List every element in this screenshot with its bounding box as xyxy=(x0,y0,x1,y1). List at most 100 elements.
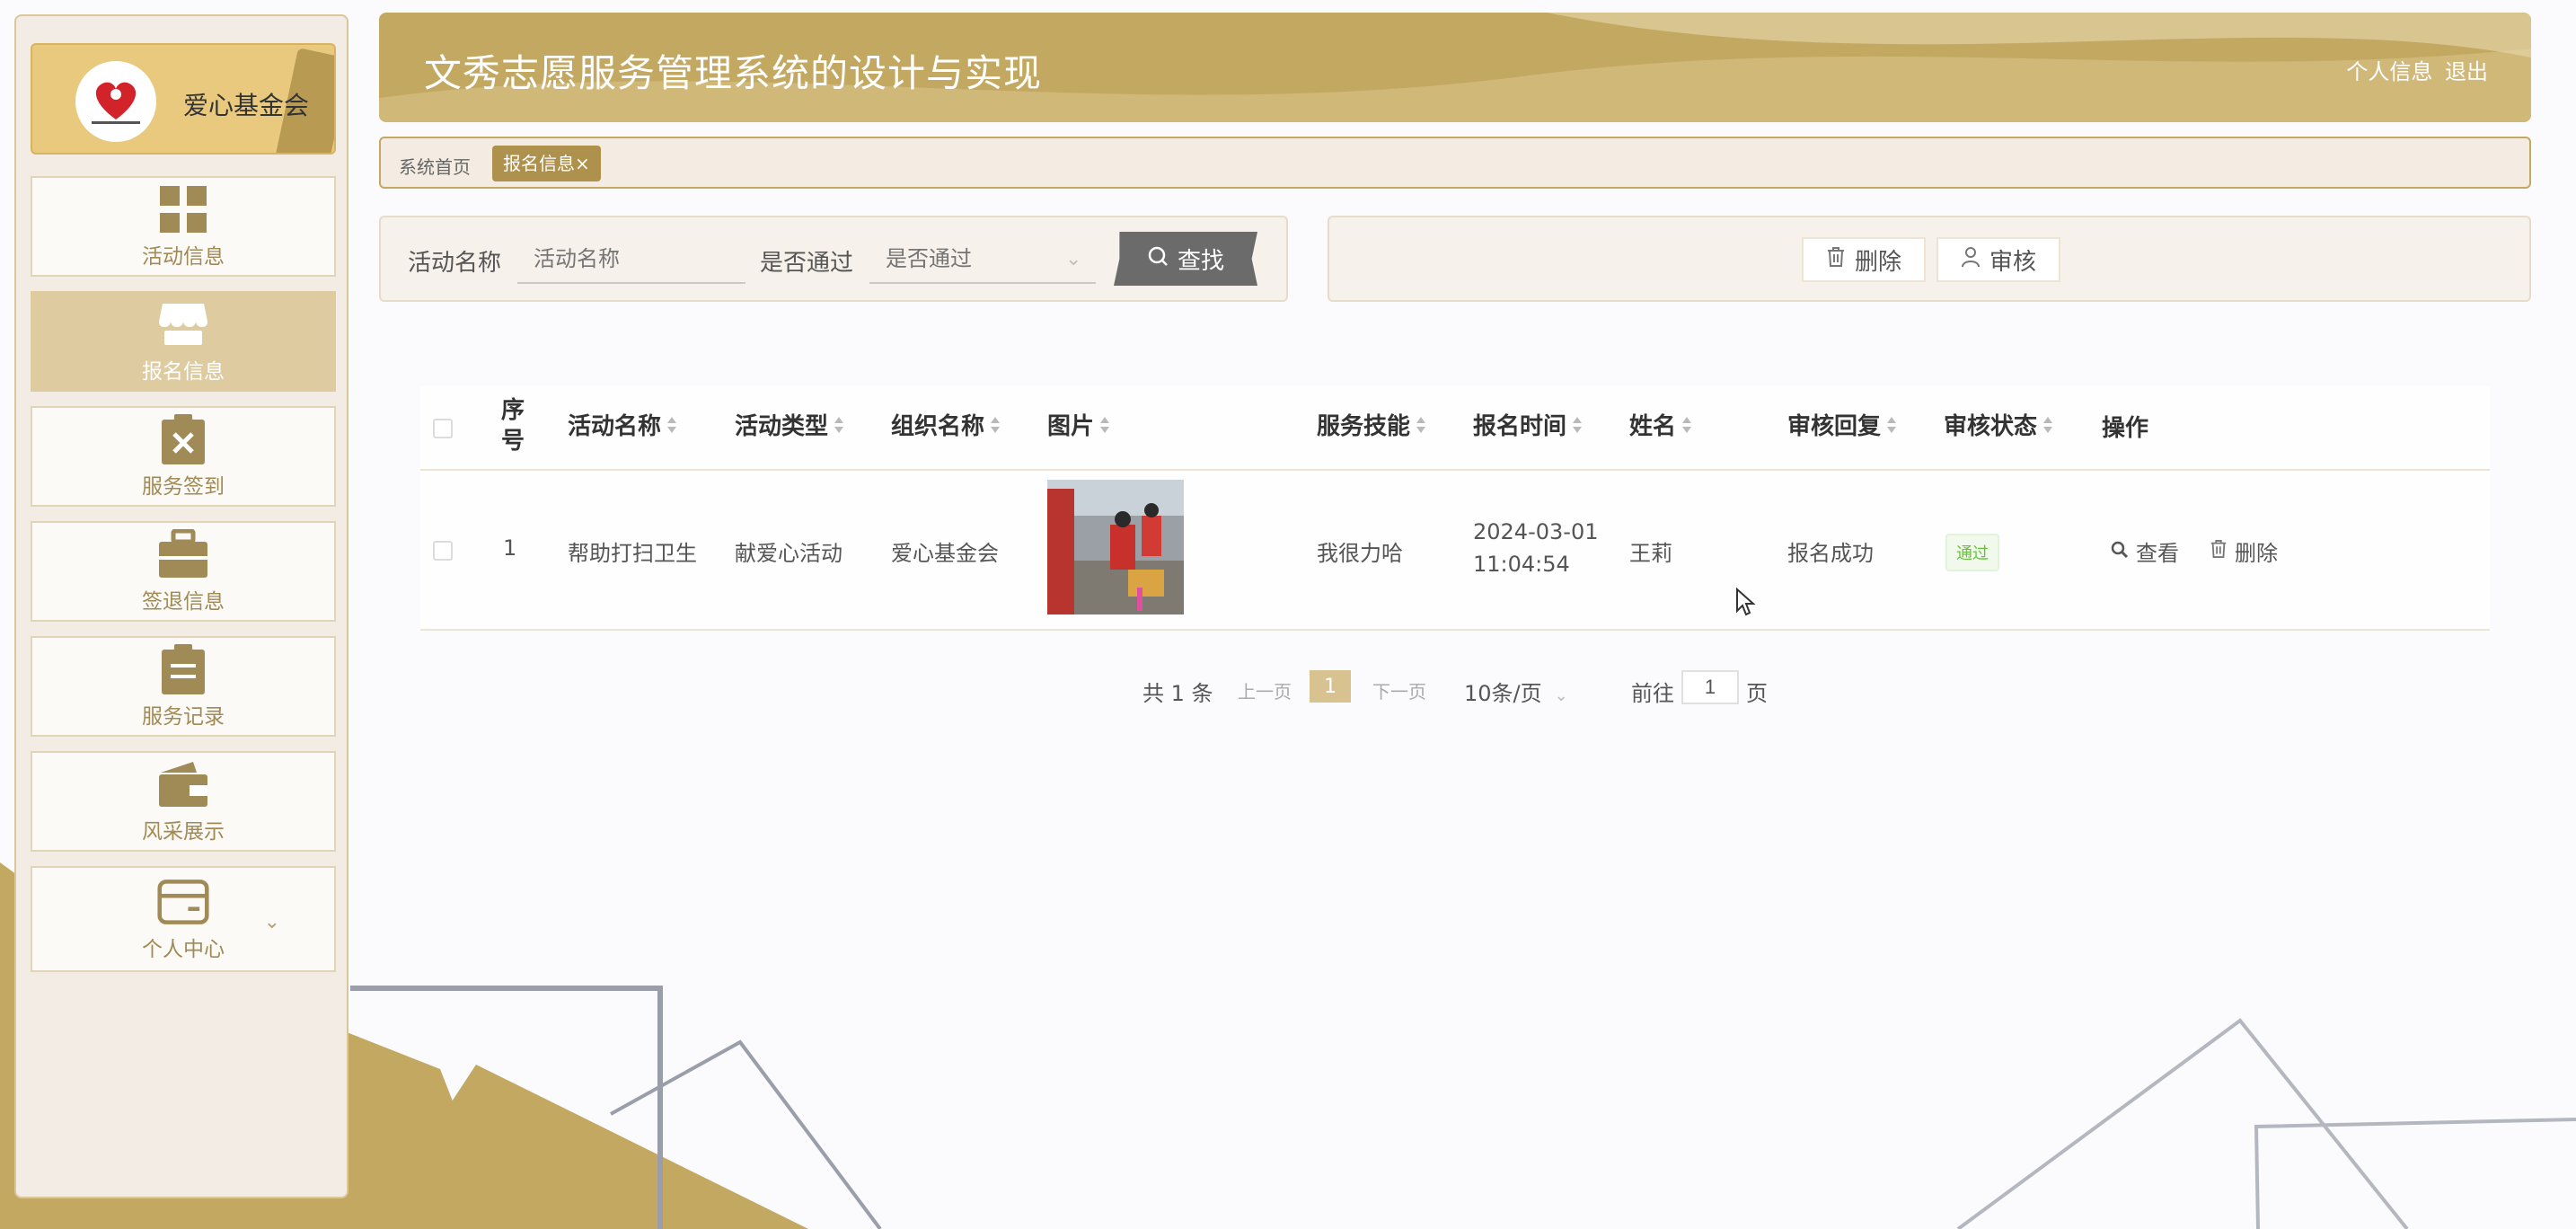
column-header-label: 组织名称 xyxy=(891,413,985,440)
select-all-checkbox[interactable] xyxy=(433,419,453,438)
goto-page-input[interactable] xyxy=(1681,670,1739,704)
logo-box: 爱心基金会 xyxy=(31,43,336,155)
tab-label: 报名信息 xyxy=(503,153,575,174)
view-button[interactable]: 查看 xyxy=(2111,535,2179,567)
trash-icon xyxy=(2210,539,2228,564)
sidebar-item-label: 活动信息 xyxy=(142,245,225,269)
profile-link[interactable]: 个人信息 xyxy=(2346,59,2432,84)
sidebar-item-personal-center[interactable]: 个人中心 ⌄ xyxy=(31,866,336,972)
sidebar-item-checkout-info[interactable]: 签退信息 xyxy=(31,521,336,622)
sort-icon[interactable] xyxy=(666,415,677,435)
sidebar-item-label: 个人中心 xyxy=(142,938,225,961)
briefcase-icon xyxy=(157,528,209,580)
sort-icon[interactable] xyxy=(2042,415,2053,435)
column-header-skill[interactable]: 服务技能 xyxy=(1317,408,1426,441)
column-header-image[interactable]: 图片 xyxy=(1047,408,1110,441)
cell-signup-date: 2024-03-01 xyxy=(1473,519,1599,544)
action-panel: 删除 审核 xyxy=(1328,216,2531,302)
goto-label: 前往 xyxy=(1631,681,1674,706)
column-header-signup-time[interactable]: 报名时间 xyxy=(1473,408,1583,441)
sidebar-item-signup-info[interactable]: 报名信息 xyxy=(31,291,336,392)
find-button-label: 查找 xyxy=(1177,247,1224,275)
grid-icon xyxy=(157,183,209,235)
column-header-label: 活动类型 xyxy=(735,413,829,440)
cell-name: 王莉 xyxy=(1629,541,1672,566)
header-bar: 文秀志愿服务管理系统的设计与实现 个人信息 退出 xyxy=(379,13,2531,122)
prev-page-button[interactable]: 上一页 xyxy=(1238,677,1292,703)
sort-icon[interactable] xyxy=(1572,415,1583,435)
column-header-label: 报名时间 xyxy=(1473,413,1567,440)
sidebar: 爱心基金会 活动信息 报名信息 服务签到 签退信息 服务记录 风采展示 个人中心… xyxy=(14,14,348,1198)
sidebar-item-label: 服务记录 xyxy=(142,705,225,729)
cell-skill: 我很力哈 xyxy=(1317,541,1403,566)
sidebar-item-label: 服务签到 xyxy=(142,475,225,499)
pass-status-select[interactable] xyxy=(869,237,1096,284)
mouse-cursor-icon xyxy=(1736,588,1756,616)
search-panel: 活动名称 是否通过 ⌄ 查找 xyxy=(379,216,1288,302)
close-icon[interactable]: × xyxy=(575,153,590,174)
sort-icon[interactable] xyxy=(1681,415,1692,435)
sidebar-item-label: 风采展示 xyxy=(142,820,225,844)
sort-icon[interactable] xyxy=(834,415,844,435)
sidebar-item-service-records[interactable]: 服务记录 xyxy=(31,636,336,737)
logo-text: 爱心基金会 xyxy=(183,91,310,120)
review-button[interactable]: 审核 xyxy=(1936,237,2060,282)
header-links: 个人信息 退出 xyxy=(2341,54,2488,85)
cell-org-name: 爱心基金会 xyxy=(891,541,999,566)
delete-button[interactable]: 删除 xyxy=(1802,237,1926,282)
sort-icon[interactable] xyxy=(1099,415,1110,435)
search-icon xyxy=(1147,245,1169,273)
sort-icon[interactable] xyxy=(990,415,1001,435)
card-icon xyxy=(157,876,209,928)
column-header-name[interactable]: 姓名 xyxy=(1629,408,1692,441)
column-header-activity-name[interactable]: 活动名称 xyxy=(568,408,677,441)
page-title: 文秀志愿服务管理系统的设计与实现 xyxy=(424,51,1043,95)
activity-photo[interactable] xyxy=(1047,480,1184,614)
column-header-label: 审核回复 xyxy=(1787,413,1882,440)
cell-activity-name: 帮助打扫卫生 xyxy=(568,541,697,566)
column-header-label: 审核状态 xyxy=(1944,413,2038,440)
review-button-label: 审核 xyxy=(1989,248,2036,276)
tab-signup-info[interactable]: 报名信息× xyxy=(492,146,601,181)
row-checkbox[interactable] xyxy=(433,541,453,561)
column-header-activity-type[interactable]: 活动类型 xyxy=(735,408,844,441)
column-header-label: 序号 xyxy=(501,397,525,455)
row-delete-button-label: 删除 xyxy=(2235,541,2278,566)
column-header-label: 图片 xyxy=(1047,413,1095,440)
table-row: 1 帮助打扫卫生 献爱心活动 爱心基金会 我很力哈 2024-03-01 11:… xyxy=(420,471,2490,631)
wallet-icon xyxy=(157,758,209,810)
column-header-label: 活动名称 xyxy=(568,413,662,440)
column-header-label: 姓名 xyxy=(1629,413,1677,440)
column-header-label: 操作 xyxy=(2102,415,2149,442)
tab-home[interactable]: 系统首页 xyxy=(399,153,471,179)
row-delete-button[interactable]: 删除 xyxy=(2210,535,2278,567)
next-page-button[interactable]: 下一页 xyxy=(1372,677,1426,703)
user-icon xyxy=(1961,246,1981,274)
activity-name-input[interactable] xyxy=(517,237,745,284)
cell-review-reply: 报名成功 xyxy=(1787,541,1874,566)
sort-icon[interactable] xyxy=(1886,415,1897,435)
column-header-review-status[interactable]: 审核状态 xyxy=(1944,408,2053,441)
column-header-review-reply[interactable]: 审核回复 xyxy=(1787,408,1897,441)
search-icon xyxy=(2111,539,2129,564)
page-size-select[interactable]: 10条/页 ⌄ xyxy=(1464,676,1568,707)
sidebar-item-label: 签退信息 xyxy=(142,590,225,614)
logo-heart-icon xyxy=(75,61,156,142)
sort-icon[interactable] xyxy=(1416,415,1426,435)
delete-button-label: 删除 xyxy=(1854,248,1901,276)
cell-index: 1 xyxy=(503,535,517,561)
sidebar-item-service-checkin[interactable]: 服务签到 xyxy=(31,406,336,507)
sidebar-item-showcase[interactable]: 风采展示 xyxy=(31,751,336,852)
column-header-index: 序号 xyxy=(501,395,537,456)
pagination-total: 共 1 条 xyxy=(1142,681,1213,706)
clipboard-list-icon xyxy=(157,643,209,695)
chevron-down-icon[interactable]: ⌄ xyxy=(264,911,280,933)
find-button[interactable]: 查找 xyxy=(1114,232,1257,286)
page-number-1[interactable]: 1 xyxy=(1310,670,1351,703)
sidebar-item-activity-info[interactable]: 活动信息 xyxy=(31,176,336,277)
logout-link[interactable]: 退出 xyxy=(2445,59,2488,84)
page-suffix: 页 xyxy=(1746,681,1768,706)
column-header-org-name[interactable]: 组织名称 xyxy=(891,408,1001,441)
chevron-down-icon: ⌄ xyxy=(1554,686,1568,705)
view-button-label: 查看 xyxy=(2136,541,2179,566)
